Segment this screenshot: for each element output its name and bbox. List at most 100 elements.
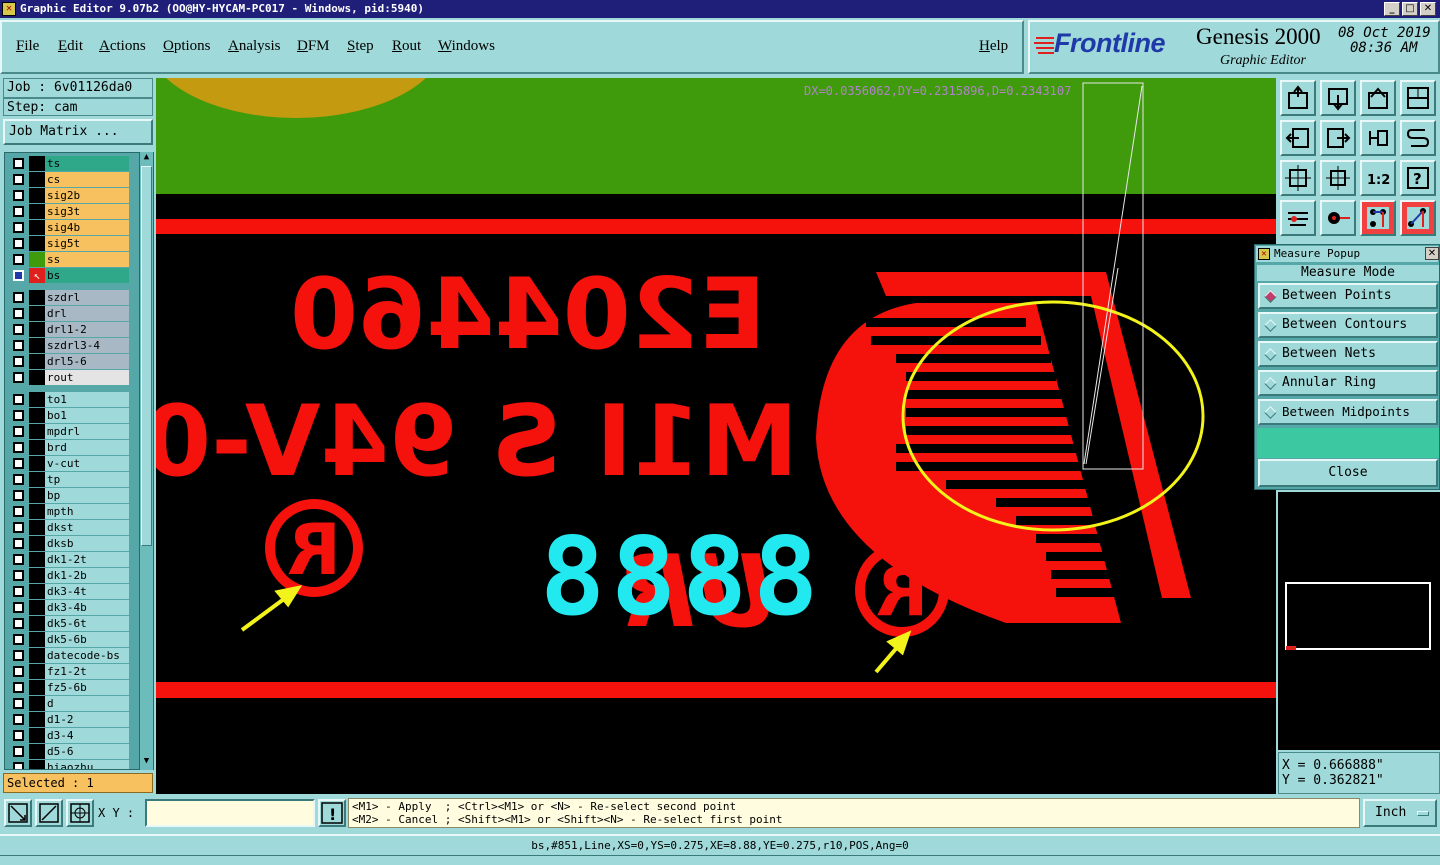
scroll-down-icon[interactable]: ▼ xyxy=(141,756,152,767)
layer-checkbox[interactable] xyxy=(13,238,24,249)
layer-row-drl[interactable]: drl xyxy=(9,306,129,321)
layer-row-cs[interactable]: cs xyxy=(9,172,129,187)
layer-row-d3-4[interactable]: d3-4 xyxy=(9,728,129,743)
scroll-thumb[interactable] xyxy=(141,166,152,546)
popup-close-button[interactable]: Close xyxy=(1258,459,1438,487)
popup-titlebar[interactable]: Measure Popup xyxy=(1256,246,1438,262)
alert-icon[interactable]: ! xyxy=(318,799,346,827)
mode-annular-ring[interactable]: Annular Ring xyxy=(1258,370,1438,396)
net-select-icon[interactable] xyxy=(1400,200,1436,236)
mode-between-nets[interactable]: Between Nets xyxy=(1258,341,1438,367)
layer-checkbox[interactable] xyxy=(13,426,24,437)
layer-row-sig5t[interactable]: sig5t xyxy=(9,236,129,251)
help-query-icon[interactable]: ? xyxy=(1400,160,1436,196)
layer-checkbox[interactable] xyxy=(13,254,24,265)
probe-tool-icon[interactable] xyxy=(1320,200,1356,236)
layer-checkbox[interactable] xyxy=(13,602,24,613)
layer-row-sig4b[interactable]: sig4b xyxy=(9,220,129,235)
layer-scrollbar[interactable]: ▲ ▼ xyxy=(139,152,153,770)
overview-board-outline[interactable] xyxy=(1285,582,1431,650)
layer-row-dk1-2b[interactable]: dk1-2b xyxy=(9,568,129,583)
job-matrix-button[interactable]: Job Matrix ... xyxy=(3,119,153,145)
menu-help[interactable]: Help xyxy=(979,38,1008,55)
layer-row-szdrl3-4[interactable]: szdrl3-4 xyxy=(9,338,129,353)
redraw-icon[interactable] xyxy=(1360,120,1396,156)
layer-row-dkst[interactable]: dkst xyxy=(9,520,129,535)
layer-row-dk3-4b[interactable]: dk3-4b xyxy=(9,600,129,615)
layer-checkbox[interactable] xyxy=(13,158,24,169)
layer-checkbox[interactable] xyxy=(13,410,24,421)
mode-between-points[interactable]: Between Points xyxy=(1258,283,1438,309)
layer-checkbox[interactable] xyxy=(13,506,24,517)
layer-checkbox[interactable] xyxy=(13,682,24,693)
menu-actions[interactable]: Actions xyxy=(99,38,146,55)
layer-checkbox[interactable] xyxy=(13,324,24,335)
layer-checkbox[interactable] xyxy=(13,634,24,645)
layer-checkbox[interactable] xyxy=(13,698,24,709)
layer-checkbox[interactable] xyxy=(13,292,24,303)
layer-checkbox[interactable] xyxy=(13,206,24,217)
fit-all-icon[interactable] xyxy=(1280,160,1316,196)
pan-right-icon[interactable] xyxy=(1320,120,1356,156)
layer-checkbox[interactable] xyxy=(13,308,24,319)
scroll-up-icon[interactable]: ▲ xyxy=(141,152,152,163)
layer-checkbox[interactable] xyxy=(13,554,24,565)
mode-between-contours[interactable]: Between Contours xyxy=(1258,312,1438,338)
layer-row-d5-6[interactable]: d5-6 xyxy=(9,744,129,759)
split-view-icon[interactable] xyxy=(1400,80,1436,116)
menu-windows[interactable]: Windows xyxy=(438,38,495,55)
layer-checkbox[interactable] xyxy=(13,442,24,453)
snap-icon[interactable] xyxy=(1400,120,1436,156)
units-selector[interactable]: Inch xyxy=(1363,799,1437,827)
layer-checkbox[interactable] xyxy=(13,618,24,629)
layer-checkbox[interactable] xyxy=(13,356,24,367)
layer-row-bo1[interactable]: bo1 xyxy=(9,408,129,423)
layer-checkbox[interactable] xyxy=(13,714,24,725)
layer-row-v-cut[interactable]: v-cut xyxy=(9,456,129,471)
layer-checkbox[interactable] xyxy=(13,190,24,201)
minimize-button[interactable]: _ xyxy=(1384,2,1400,16)
scale-one-to-two-icon[interactable]: 1:2 xyxy=(1360,160,1396,196)
close-window-button[interactable]: ✕ xyxy=(1420,2,1436,16)
menu-dfm[interactable]: DFM xyxy=(297,38,330,55)
menu-file[interactable]: File xyxy=(16,38,39,55)
layer-row-sig2b[interactable]: sig2b xyxy=(9,188,129,203)
layer-row-d1-2[interactable]: d1-2 xyxy=(9,712,129,727)
layer-row-dk5-6t[interactable]: dk5-6t xyxy=(9,616,129,631)
layer-row-ss[interactable]: ss xyxy=(9,252,129,267)
layer-row-drl1-2[interactable]: drl1-2 xyxy=(9,322,129,337)
zoom-window-icon[interactable] xyxy=(4,799,32,827)
layer-row-rout[interactable]: rout xyxy=(9,370,129,385)
pan-left-icon[interactable] xyxy=(1280,120,1316,156)
layer-row-bp[interactable]: bp xyxy=(9,488,129,503)
layer-checkbox[interactable] xyxy=(13,666,24,677)
measure-tool-icon[interactable] xyxy=(1280,200,1316,236)
maximize-button[interactable]: □ xyxy=(1402,2,1418,16)
layer-row-szdrl[interactable]: szdrl xyxy=(9,290,129,305)
layer-row-sig3t[interactable]: sig3t xyxy=(9,204,129,219)
zoom-home-icon[interactable] xyxy=(1280,80,1316,116)
layer-checkbox[interactable] xyxy=(13,762,24,769)
menu-analysis[interactable]: Analysis xyxy=(228,38,281,55)
graphic-canvas[interactable]: E204460 M1I S 94V-0 UR 8888 R R DX=0.035… xyxy=(156,78,1276,794)
rubber-band-icon[interactable] xyxy=(35,799,63,827)
menu-options[interactable]: Options xyxy=(163,38,211,55)
layer-checkbox[interactable] xyxy=(13,746,24,757)
layer-row-fz1-2t[interactable]: fz1-2t xyxy=(9,664,129,679)
layer-row-dksb[interactable]: dksb xyxy=(9,536,129,551)
layer-checkbox[interactable] xyxy=(13,222,24,233)
menu-rout[interactable]: Rout xyxy=(392,38,421,55)
layer-row-mpth[interactable]: mpth xyxy=(9,504,129,519)
zoom-in-icon[interactable] xyxy=(1320,80,1356,116)
app-icon[interactable]: ✕ xyxy=(2,2,16,16)
layer-checkbox[interactable] xyxy=(13,474,24,485)
layer-checkbox[interactable] xyxy=(13,340,24,351)
layer-checkbox[interactable] xyxy=(13,522,24,533)
layer-row-datecode-bs[interactable]: datecode-bs xyxy=(9,648,129,663)
layer-checkbox[interactable] xyxy=(13,538,24,549)
layer-row-drl5-6[interactable]: drl5-6 xyxy=(9,354,129,369)
home-view-icon[interactable] xyxy=(1360,80,1396,116)
layer-checkbox[interactable] xyxy=(13,270,24,281)
layer-checkbox[interactable] xyxy=(13,650,24,661)
layer-checkbox[interactable] xyxy=(13,490,24,501)
